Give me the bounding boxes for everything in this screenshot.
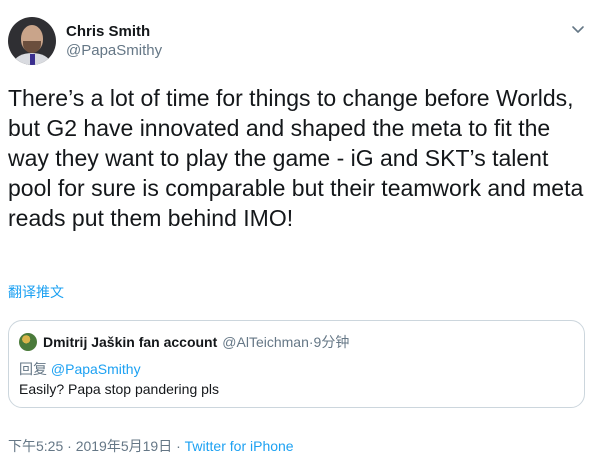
quoted-tweet-header: Dmitrij Jaškin fan account @AlTeichman ·… — [19, 333, 349, 351]
tweet-header: Chris Smith @PapaSmithy — [8, 17, 585, 69]
translate-tweet-link[interactable]: 翻译推文 — [8, 282, 64, 302]
quoted-time-ago: 9分钟 — [313, 334, 350, 350]
footer-separator: · — [176, 438, 181, 454]
author-names: Chris Smith @PapaSmithy — [66, 23, 162, 61]
author-avatar[interactable] — [8, 17, 56, 65]
author-handle[interactable]: @PapaSmithy — [66, 41, 162, 61]
avatar-beard — [23, 41, 41, 53]
quoted-reply-line: 回复 @PapaSmithy — [19, 359, 141, 379]
quoted-tweet[interactable]: Dmitrij Jaškin fan account @AlTeichman ·… — [8, 320, 585, 408]
author-display-name[interactable]: Chris Smith — [66, 23, 162, 41]
quoted-author-avatar — [19, 333, 37, 351]
chevron-down-icon[interactable] — [571, 23, 585, 37]
reply-prefix: 回复 — [19, 361, 47, 377]
quoted-author-handle: @AlTeichman — [222, 334, 309, 350]
tweet-timestamp[interactable]: 下午5:25 · 2019年5月19日 — [8, 438, 172, 454]
quoted-author-name: Dmitrij Jaškin fan account — [43, 334, 218, 350]
tweet-footer: 下午5:25 · 2019年5月19日 · Twitter for iPhone — [8, 436, 294, 456]
avatar-tie — [30, 54, 35, 65]
tweet-source-link[interactable]: Twitter for iPhone — [185, 438, 294, 454]
tweet-text: There’s a lot of time for things to chan… — [8, 85, 590, 231]
quoted-tweet-text: Easily? Papa stop pandering pls — [19, 381, 220, 397]
reply-mention-link[interactable]: @PapaSmithy — [51, 361, 141, 377]
